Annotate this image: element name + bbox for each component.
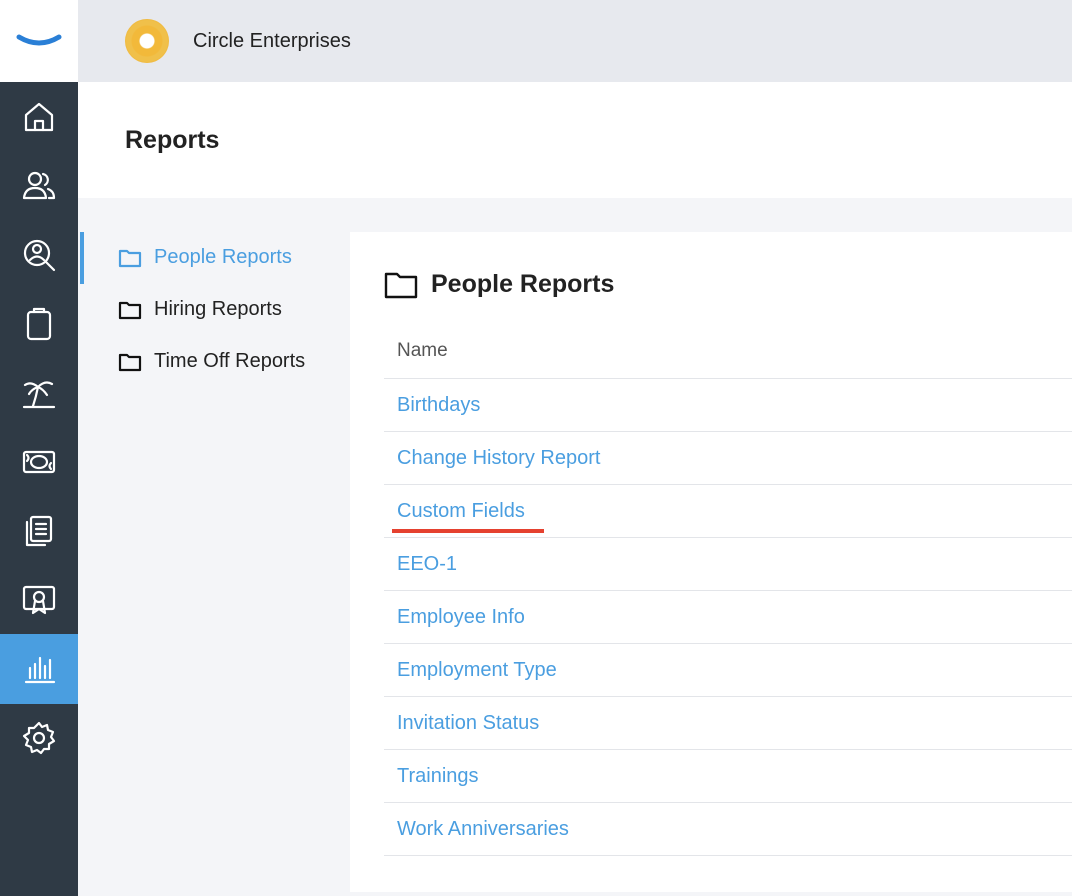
folder-icon bbox=[384, 272, 418, 298]
nav-documents[interactable] bbox=[0, 496, 78, 566]
report-row-trainings[interactable]: Trainings bbox=[384, 750, 1072, 803]
nav-home[interactable] bbox=[0, 82, 78, 152]
subnav-item-label: Time Off Reports bbox=[154, 350, 306, 372]
nav-reports[interactable] bbox=[0, 634, 78, 704]
subnav-active-indicator bbox=[80, 232, 84, 284]
subnav-item-time-off-reports[interactable]: Time Off Reports bbox=[118, 350, 305, 373]
company-logo bbox=[125, 19, 169, 63]
reports-panel: People Reports Name Birthdays Change His… bbox=[350, 232, 1072, 892]
report-row-eeo-1[interactable]: EEO-1 bbox=[384, 538, 1072, 591]
top-bar: Circle Enterprises bbox=[78, 0, 1072, 82]
company-name: Circle Enterprises bbox=[193, 29, 351, 52]
folder-icon bbox=[118, 301, 142, 319]
report-row-invitation-status[interactable]: Invitation Status bbox=[384, 697, 1072, 750]
report-row-birthdays[interactable]: Birthdays bbox=[384, 379, 1072, 432]
certificate-icon bbox=[22, 585, 56, 615]
nav-training[interactable] bbox=[0, 565, 78, 635]
report-row-employee-info[interactable]: Employee Info bbox=[384, 591, 1072, 644]
home-icon bbox=[24, 102, 54, 132]
app-logo[interactable] bbox=[0, 0, 78, 82]
nav-payroll[interactable] bbox=[0, 427, 78, 497]
folder-icon bbox=[118, 249, 142, 267]
folder-icon bbox=[118, 353, 142, 371]
palm-tree-icon bbox=[22, 381, 56, 409]
page-title: Reports bbox=[125, 126, 220, 154]
panel-heading: People Reports bbox=[384, 270, 614, 299]
money-icon bbox=[22, 450, 56, 474]
nav-hiring[interactable] bbox=[0, 220, 78, 290]
documents-icon bbox=[25, 515, 53, 547]
clipboard-icon bbox=[26, 307, 52, 341]
nav-time-off[interactable] bbox=[0, 358, 78, 428]
panel-title: People Reports bbox=[431, 270, 615, 298]
report-row-employment-type[interactable]: Employment Type bbox=[384, 644, 1072, 697]
smile-logo-icon bbox=[16, 34, 62, 46]
nav-settings[interactable] bbox=[0, 703, 78, 773]
report-row-change-history[interactable]: Change History Report bbox=[384, 432, 1072, 485]
nav-rail bbox=[0, 82, 78, 896]
people-icon bbox=[22, 171, 56, 200]
report-row-work-anniversaries[interactable]: Work Anniversaries bbox=[384, 803, 1072, 856]
subnav-item-label: People Reports bbox=[154, 246, 292, 268]
subnav-item-label: Hiring Reports bbox=[154, 298, 282, 320]
column-header-name[interactable]: Name bbox=[384, 326, 1072, 379]
search-person-icon bbox=[23, 239, 56, 272]
page-header: Reports bbox=[78, 82, 1072, 198]
reports-chart-icon bbox=[24, 656, 56, 684]
highlight-underline bbox=[392, 529, 544, 533]
nav-tasks[interactable] bbox=[0, 289, 78, 359]
nav-people[interactable] bbox=[0, 151, 78, 221]
gear-icon bbox=[22, 721, 56, 755]
subnav-item-hiring-reports[interactable]: Hiring Reports bbox=[118, 298, 282, 321]
subnav-item-people-reports[interactable]: People Reports bbox=[118, 246, 292, 269]
